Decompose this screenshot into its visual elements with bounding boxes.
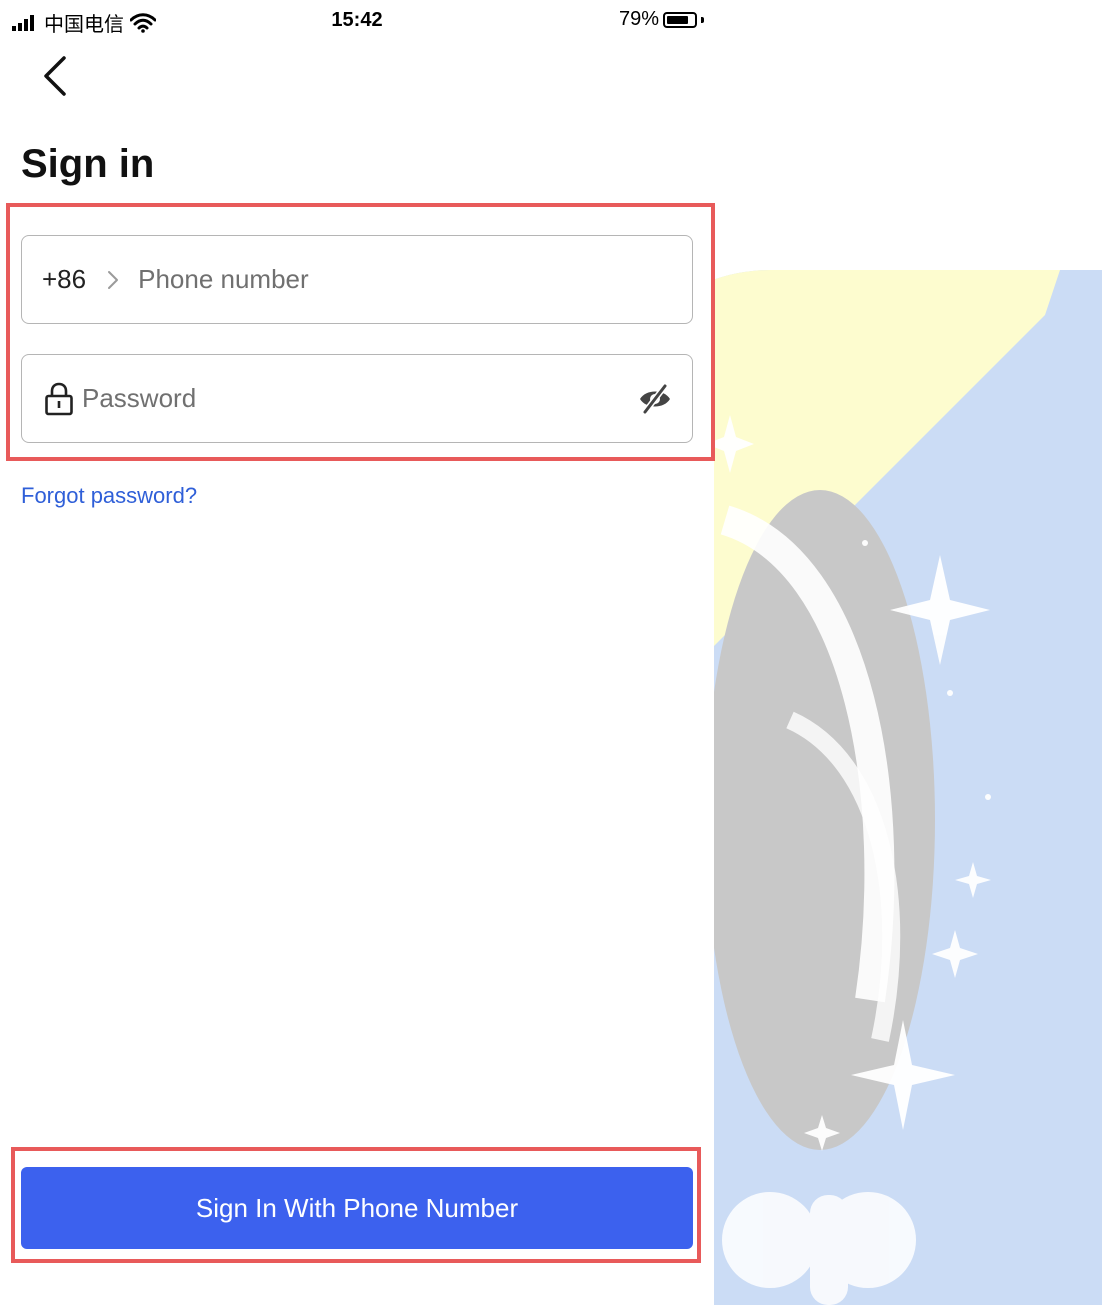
page-title: Sign in: [21, 142, 155, 186]
forgot-password-link[interactable]: Forgot password?: [21, 483, 197, 509]
phone-screen: 中国电信 15:42 79% Sign in +86 Phone number …: [0, 0, 715, 1305]
country-code-selector[interactable]: +86: [42, 264, 86, 295]
battery-icon: [663, 11, 697, 28]
chevron-left-icon: [44, 56, 66, 96]
status-bar: 中国电信 15:42 79%: [0, 0, 714, 44]
chevron-right-icon[interactable]: [106, 269, 120, 291]
sign-in-phone-button[interactable]: Sign In With Phone Number: [21, 1167, 693, 1249]
status-time: 15:42: [331, 9, 383, 31]
battery-percent: 79%: [618, 8, 659, 30]
battery-tip: [701, 16, 704, 23]
phone-field: +86: [21, 235, 693, 324]
lock-icon: [44, 382, 74, 416]
back-button[interactable]: [36, 52, 76, 100]
eye-off-icon[interactable]: [638, 383, 672, 414]
password-field: [21, 354, 693, 443]
password-input[interactable]: [82, 368, 638, 429]
status-right: 79%: [619, 8, 704, 31]
phone-input[interactable]: [138, 249, 692, 310]
battery-level: [667, 15, 688, 24]
